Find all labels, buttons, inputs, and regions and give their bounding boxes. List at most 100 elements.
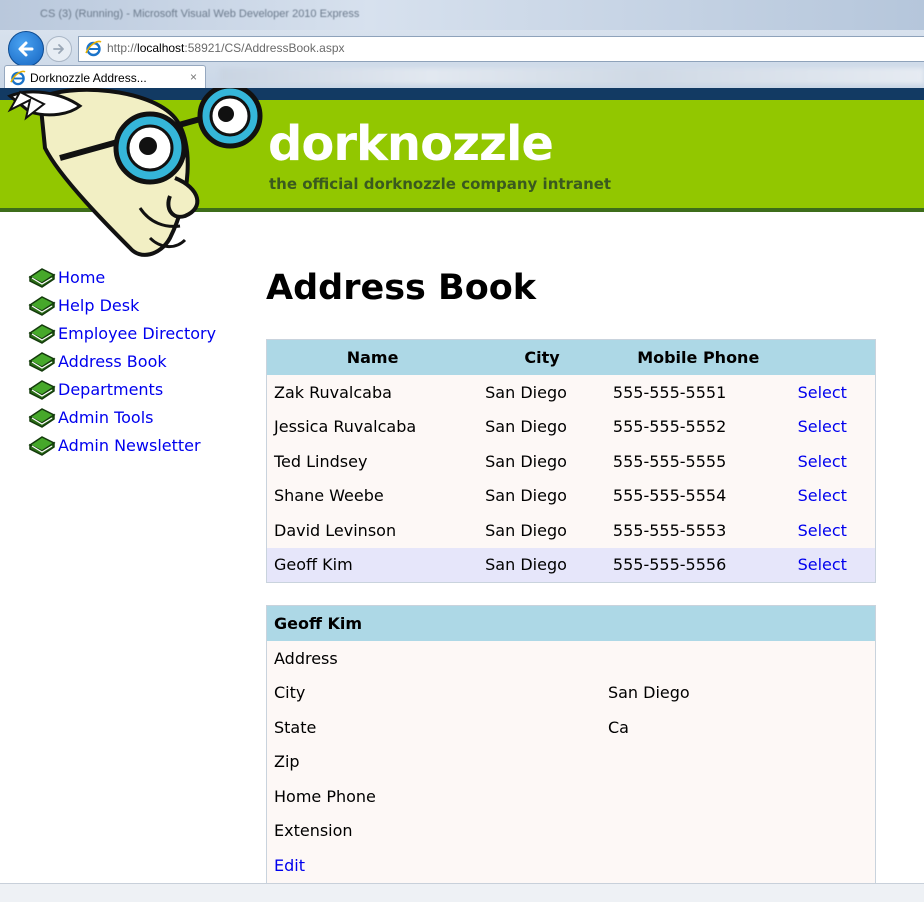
forward-button[interactable] xyxy=(46,36,72,62)
cell-phone: 555-555-5552 xyxy=(605,409,791,444)
toolbar-blur xyxy=(220,68,924,84)
details-row: Edit xyxy=(266,848,876,883)
tab-title: Dorknozzle Address... xyxy=(30,71,147,85)
sidebar-item-label: Admin Tools xyxy=(58,407,154,427)
book-icon xyxy=(28,324,56,344)
column-header-action xyxy=(790,339,876,375)
table-row: Jessica Ruvalcaba San Diego 555-555-5552… xyxy=(266,409,876,444)
address-bar[interactable]: http://localhost:58921/CS/AddressBook.as… xyxy=(78,36,924,62)
details-row: Extension xyxy=(266,813,876,848)
sidebar-item-help-desk[interactable]: Help Desk xyxy=(28,291,216,319)
arrow-right-icon xyxy=(53,44,64,54)
sidebar-item-label: Home xyxy=(58,267,106,287)
column-header-name: Name xyxy=(266,339,479,375)
sidebar-item-home[interactable]: Home xyxy=(28,263,216,291)
sidebar-item-label: Address Book xyxy=(58,351,167,371)
ie-logo-icon xyxy=(10,70,26,86)
browser-tab[interactable]: Dorknozzle Address... × xyxy=(4,65,206,90)
window-title: CS (3) (Running) - Microsoft Visual Web … xyxy=(40,8,360,20)
book-icon xyxy=(28,352,56,372)
column-header-mobile-phone: Mobile Phone xyxy=(605,339,791,375)
cell-phone: 555-555-5553 xyxy=(605,513,791,548)
details-header-row: Geoff Kim xyxy=(266,605,876,641)
page-title: Address Book xyxy=(266,268,537,308)
sidebar-item-label: Help Desk xyxy=(58,295,140,315)
window-titlebar: CS (3) (Running) - Microsoft Visual Web … xyxy=(0,0,924,30)
sidebar-item-admin-newsletter[interactable]: Admin Newsletter xyxy=(28,431,216,459)
cell-phone: 555-555-5556 xyxy=(605,547,791,583)
table-row: Zak Ruvalcaba San Diego 555-555-5551 Sel… xyxy=(266,375,876,410)
ie-logo-icon xyxy=(85,40,102,57)
mascot-logo xyxy=(7,88,263,257)
sidebar-nav: Home Help Desk Employee Directory Addres… xyxy=(28,263,216,459)
field-value-home-phone xyxy=(600,779,876,814)
sidebar-item-admin-tools[interactable]: Admin Tools xyxy=(28,403,216,431)
field-value-zip xyxy=(600,744,876,779)
cell-name: Geoff Kim xyxy=(266,547,479,583)
cell-phone: 555-555-5551 xyxy=(605,375,791,410)
status-bar xyxy=(0,883,924,902)
column-header-city: City xyxy=(478,339,606,375)
field-label-extension: Extension xyxy=(266,813,601,848)
book-icon xyxy=(28,408,56,428)
address-grid: Name City Mobile Phone Zak Ruvalcaba San… xyxy=(266,339,876,583)
cell-phone: 555-555-5554 xyxy=(605,478,791,513)
cell-city: San Diego xyxy=(478,375,606,410)
book-icon xyxy=(28,436,56,456)
cell-city: San Diego xyxy=(478,444,606,479)
book-icon xyxy=(28,268,56,288)
select-link[interactable]: Select xyxy=(798,521,847,540)
select-link[interactable]: Select xyxy=(798,417,847,436)
cell-city: San Diego xyxy=(478,547,606,583)
details-row: Address xyxy=(266,641,876,676)
field-label-zip: Zip xyxy=(266,744,601,779)
sidebar-item-departments[interactable]: Departments xyxy=(28,375,216,403)
details-row: City San Diego xyxy=(266,675,876,710)
book-icon xyxy=(28,296,56,316)
field-label-city: City xyxy=(266,675,601,710)
cell-phone: 555-555-5555 xyxy=(605,444,791,479)
grid-header-row: Name City Mobile Phone xyxy=(266,339,876,375)
url-text: http://localhost:58921/CS/AddressBook.as… xyxy=(107,41,345,55)
cell-city: San Diego xyxy=(478,478,606,513)
details-row: State Ca xyxy=(266,710,876,745)
cell-city: San Diego xyxy=(478,513,606,548)
book-icon xyxy=(28,380,56,400)
sidebar-item-label: Employee Directory xyxy=(58,323,217,343)
cell-city: San Diego xyxy=(478,409,606,444)
arrow-left-icon xyxy=(18,41,34,57)
select-link[interactable]: Select xyxy=(798,486,847,505)
site-name: dorknozzle xyxy=(268,116,554,172)
field-value-city: San Diego xyxy=(600,675,876,710)
table-row: Ted Lindsey San Diego 555-555-5555 Selec… xyxy=(266,444,876,479)
details-view: Geoff Kim Address City San Diego State C… xyxy=(266,605,876,884)
table-row-selected: Geoff Kim San Diego 555-555-5556 Select xyxy=(266,547,876,583)
field-label-state: State xyxy=(266,710,601,745)
field-value-extension xyxy=(600,813,876,848)
field-value-state: Ca xyxy=(600,710,876,745)
table-row: David Levinson San Diego 555-555-5553 Se… xyxy=(266,513,876,548)
field-label-home-phone: Home Phone xyxy=(266,779,601,814)
cell-name: Ted Lindsey xyxy=(266,444,479,479)
field-label-address: Address xyxy=(266,641,601,676)
site-tagline: the official dorknozzle company intranet xyxy=(269,175,612,193)
select-link[interactable]: Select xyxy=(798,452,847,471)
browser-chrome: CS (3) (Running) - Microsoft Visual Web … xyxy=(0,0,924,92)
edit-link[interactable]: Edit xyxy=(274,856,305,875)
field-value-address xyxy=(600,641,876,676)
sidebar-item-label: Departments xyxy=(58,379,164,399)
tab-close-icon[interactable]: × xyxy=(190,70,197,84)
sidebar-item-employee-directory[interactable]: Employee Directory xyxy=(28,319,216,347)
sidebar-item-address-book[interactable]: Address Book xyxy=(28,347,216,375)
table-row: Shane Weebe San Diego 555-555-5554 Selec… xyxy=(266,478,876,513)
cell-name: Shane Weebe xyxy=(266,478,479,513)
cell-name: Zak Ruvalcaba xyxy=(266,375,479,410)
select-link[interactable]: Select xyxy=(798,555,847,574)
details-row: Home Phone xyxy=(266,779,876,814)
select-link[interactable]: Select xyxy=(798,383,847,402)
tab-strip: Dorknozzle Address... × xyxy=(0,62,924,90)
cell-name: David Levinson xyxy=(266,513,479,548)
cell-name: Jessica Ruvalcaba xyxy=(266,409,479,444)
sidebar-item-label: Admin Newsletter xyxy=(58,435,201,455)
details-row: Zip xyxy=(266,744,876,779)
